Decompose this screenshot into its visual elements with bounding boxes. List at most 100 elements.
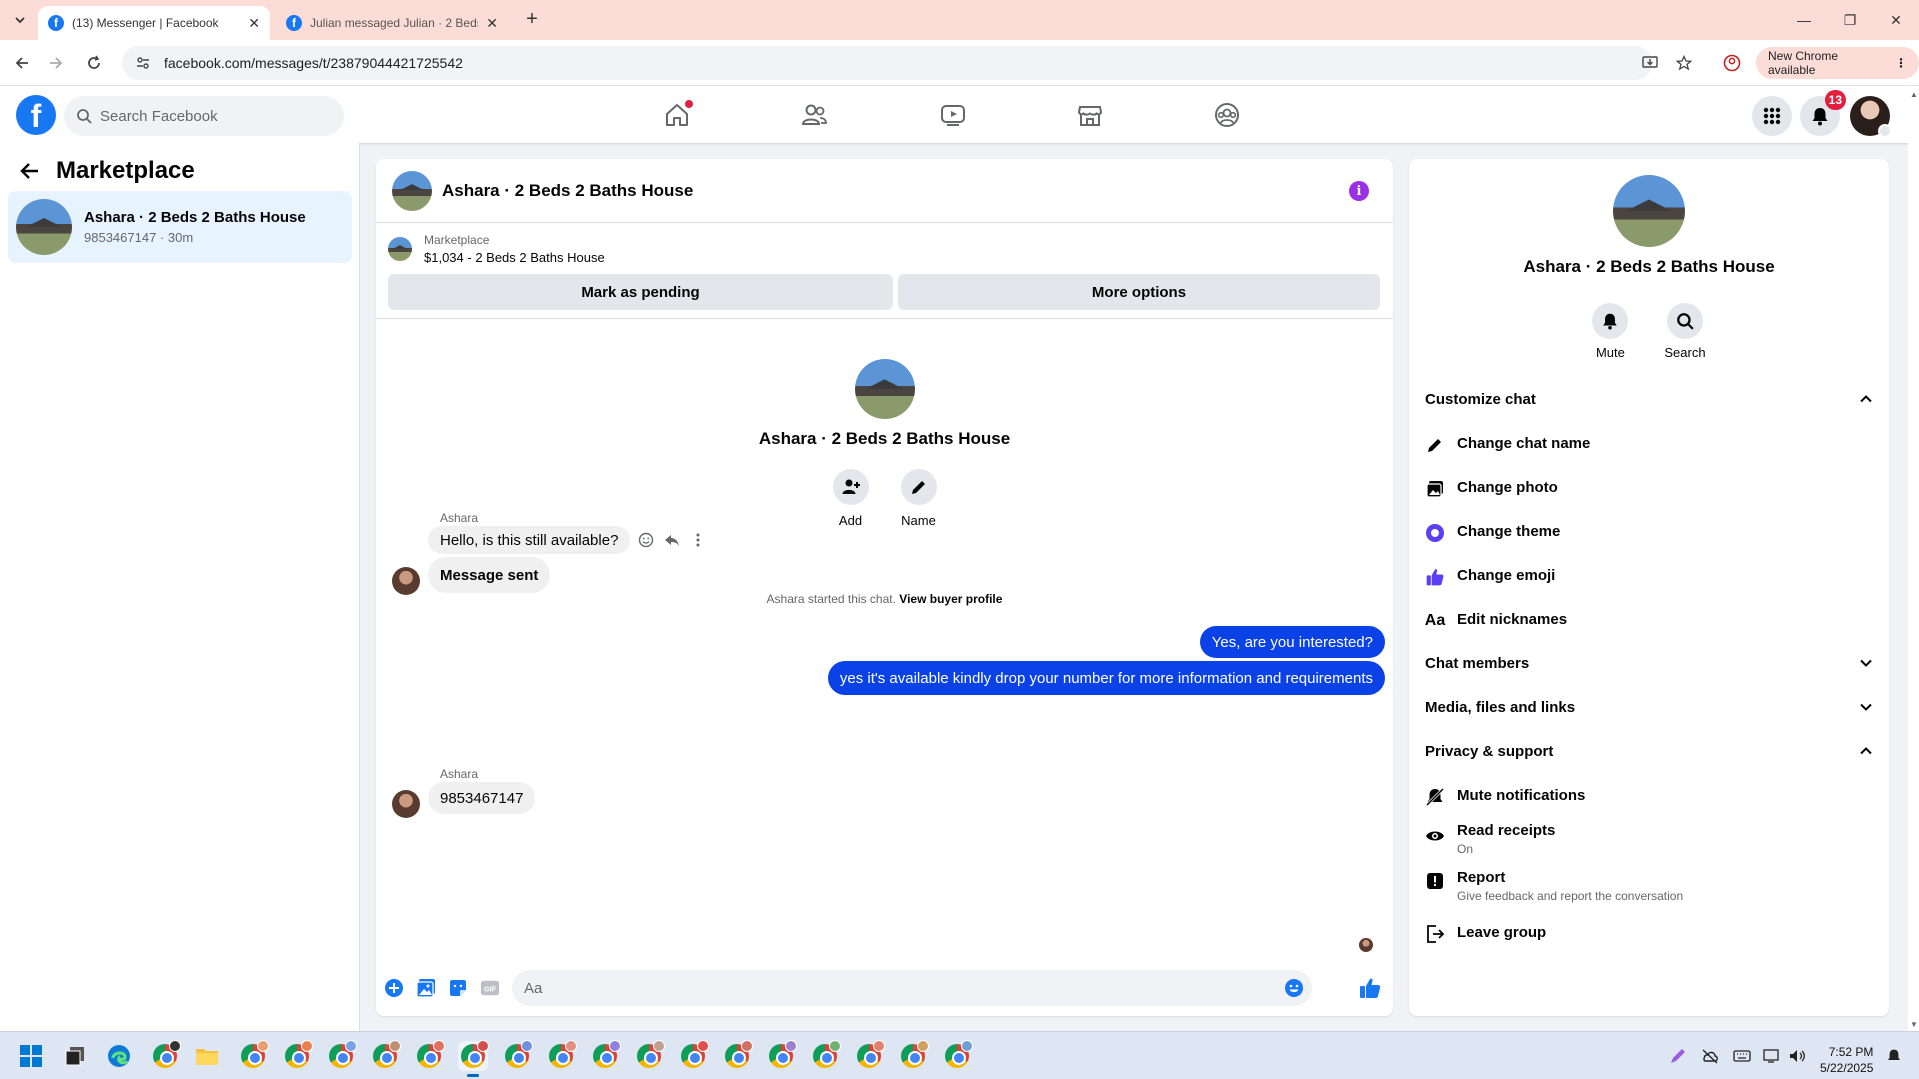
- nav-home[interactable]: [621, 86, 733, 143]
- conversation-list-item[interactable]: Ashara · 2 Beds 2 Baths House 9853467147…: [8, 191, 352, 263]
- account-avatar[interactable]: [1850, 96, 1892, 138]
- taskbar-chrome-profile[interactable]: [238, 1040, 269, 1071]
- taskbar-chrome-profile[interactable]: [326, 1040, 357, 1071]
- taskbar-chrome-profile[interactable]: [678, 1040, 709, 1071]
- start-button[interactable]: [16, 1041, 46, 1071]
- mark-as-pending-button[interactable]: Mark as pending: [388, 274, 893, 310]
- add-people-button[interactable]: Add: [832, 469, 869, 528]
- like-thumb-icon[interactable]: [1358, 976, 1382, 1000]
- back-button[interactable]: [10, 51, 34, 75]
- notifications-button[interactable]: 13: [1800, 90, 1846, 136]
- nav-friends[interactable]: [758, 86, 870, 143]
- change-emoji-item[interactable]: Change emoji: [1425, 567, 1873, 587]
- taskbar-chrome-profile[interactable]: [810, 1040, 841, 1071]
- profile-icon[interactable]: [1720, 51, 1744, 75]
- restore-button[interactable]: ❐: [1827, 0, 1873, 40]
- taskbar-chrome-profile[interactable]: [854, 1040, 885, 1071]
- reload-button[interactable]: [82, 51, 106, 75]
- network-icon[interactable]: [1760, 1032, 1784, 1079]
- message-bubble[interactable]: Message sent: [428, 557, 551, 593]
- taskbar-chrome-profile[interactable]: [722, 1040, 753, 1071]
- search-in-chat-button[interactable]: Search: [1664, 303, 1706, 360]
- address-bar[interactable]: facebook.com/messages/t/2387904442172554…: [122, 46, 1652, 80]
- message-bubble-outgoing[interactable]: yes it's available kindly drop your numb…: [827, 661, 1385, 695]
- chat-members-section[interactable]: Chat members: [1425, 645, 1873, 681]
- taskbar-chrome-profile[interactable]: [766, 1040, 797, 1071]
- taskbar-chrome-profile[interactable]: [546, 1040, 577, 1071]
- taskbar-chrome-profile[interactable]: [942, 1040, 973, 1071]
- taskbar-chrome-profile[interactable]: [502, 1040, 533, 1071]
- taskbar-chrome-profile[interactable]: [634, 1040, 665, 1071]
- new-tab-button[interactable]: +: [520, 8, 544, 32]
- pen-icon[interactable]: [1666, 1032, 1690, 1079]
- taskbar-chrome-active[interactable]: [458, 1040, 489, 1077]
- task-view-button[interactable]: [60, 1041, 90, 1071]
- emoji-icon[interactable]: [1284, 978, 1304, 998]
- file-explorer-button[interactable]: [192, 1041, 222, 1071]
- taskbar-chrome-profile[interactable]: [898, 1040, 929, 1071]
- browser-tab-messenger[interactable]: f (13) Messenger | Facebook ✕: [38, 6, 270, 40]
- media-files-links-section[interactable]: Media, files and links: [1425, 689, 1873, 725]
- view-buyer-profile-link[interactable]: View buyer profile: [899, 592, 1002, 606]
- page-scrollbar[interactable]: [1908, 86, 1919, 1031]
- close-tab-icon[interactable]: ✕: [248, 15, 260, 32]
- customize-chat-section[interactable]: Customize chat: [1425, 381, 1873, 417]
- info-icon[interactable]: i: [1349, 181, 1369, 201]
- sticker-icon[interactable]: [448, 978, 468, 998]
- edge-browser-button[interactable]: [104, 1041, 134, 1071]
- facebook-logo-icon[interactable]: f: [16, 95, 56, 135]
- menu-button[interactable]: [1752, 96, 1792, 136]
- taskbar-chrome-profile[interactable]: [590, 1040, 621, 1071]
- system-clock[interactable]: 7:52 PM 5/22/2025: [1820, 1044, 1873, 1076]
- leave-group-item[interactable]: Leave group: [1425, 924, 1873, 944]
- sender-avatar[interactable]: [392, 567, 420, 595]
- close-tab-icon[interactable]: ✕: [486, 15, 498, 32]
- message-bubble[interactable]: 9853467147: [428, 782, 536, 814]
- details-photo[interactable]: [1613, 175, 1685, 247]
- back-arrow-icon[interactable]: [20, 161, 40, 181]
- taskbar-chrome-profile[interactable]: [282, 1040, 313, 1071]
- scroll-down-arrow-icon[interactable]: ▼: [1910, 1020, 1918, 1029]
- keyboard-icon[interactable]: [1730, 1032, 1754, 1079]
- browser-tab-julian[interactable]: f Julian messaged Julian · 2 Beds ✕: [276, 6, 508, 40]
- bookmark-star-icon[interactable]: [1672, 51, 1696, 75]
- reply-icon[interactable]: [664, 532, 680, 548]
- volume-icon[interactable]: [1786, 1032, 1810, 1079]
- nav-watch[interactable]: [897, 86, 1009, 143]
- change-theme-item[interactable]: Change theme: [1425, 523, 1873, 543]
- read-receipts-item[interactable]: Read receipts On: [1425, 822, 1873, 856]
- notification-center-icon[interactable]: [1882, 1032, 1906, 1079]
- chrome-update-button[interactable]: New Chrome available ⋮: [1756, 47, 1919, 79]
- message-input[interactable]: Aa: [512, 970, 1312, 1006]
- photo-icon[interactable]: [416, 978, 436, 998]
- tab-search-button[interactable]: [8, 8, 32, 32]
- more-vertical-icon[interactable]: [690, 532, 706, 548]
- mute-button[interactable]: Mute: [1592, 303, 1629, 360]
- edit-name-button[interactable]: Name: [900, 469, 937, 528]
- report-item[interactable]: Report Give feedback and report the conv…: [1425, 869, 1873, 903]
- message-bubble-outgoing[interactable]: Yes, are you interested?: [1199, 626, 1385, 658]
- nav-marketplace[interactable]: [1034, 86, 1146, 143]
- taskbar-chrome-profile[interactable]: [150, 1040, 181, 1071]
- minimize-button[interactable]: —: [1781, 0, 1827, 40]
- change-chat-name-item[interactable]: Change chat name: [1425, 435, 1873, 455]
- listing-description[interactable]: $1,034 - 2 Beds 2 Baths House: [424, 250, 605, 265]
- react-emoji-icon[interactable]: [638, 532, 654, 548]
- message-bubble[interactable]: Hello, is this still available?: [428, 526, 631, 554]
- nav-groups[interactable]: [1171, 86, 1283, 143]
- gif-icon[interactable]: GIF: [480, 978, 500, 998]
- cloud-off-icon[interactable]: [1698, 1032, 1722, 1079]
- more-options-button[interactable]: More options: [898, 274, 1380, 310]
- sender-avatar[interactable]: [392, 790, 420, 818]
- listing-thumbnail[interactable]: [388, 237, 412, 261]
- scroll-up-arrow-icon[interactable]: ▲: [1910, 90, 1918, 99]
- edit-nicknames-item[interactable]: Aa Edit nicknames: [1425, 611, 1873, 631]
- taskbar-chrome-profile[interactable]: [370, 1040, 401, 1071]
- change-photo-item[interactable]: Change photo: [1425, 479, 1873, 499]
- chat-header-photo[interactable]: [392, 170, 432, 211]
- taskbar-chrome-profile[interactable]: [414, 1040, 445, 1071]
- search-input[interactable]: Search Facebook: [64, 96, 344, 136]
- mute-notifications-item[interactable]: Mute notifications: [1425, 787, 1873, 807]
- chat-title[interactable]: Ashara · 2 Beds 2 Baths House: [442, 181, 693, 201]
- install-app-icon[interactable]: [1638, 51, 1662, 75]
